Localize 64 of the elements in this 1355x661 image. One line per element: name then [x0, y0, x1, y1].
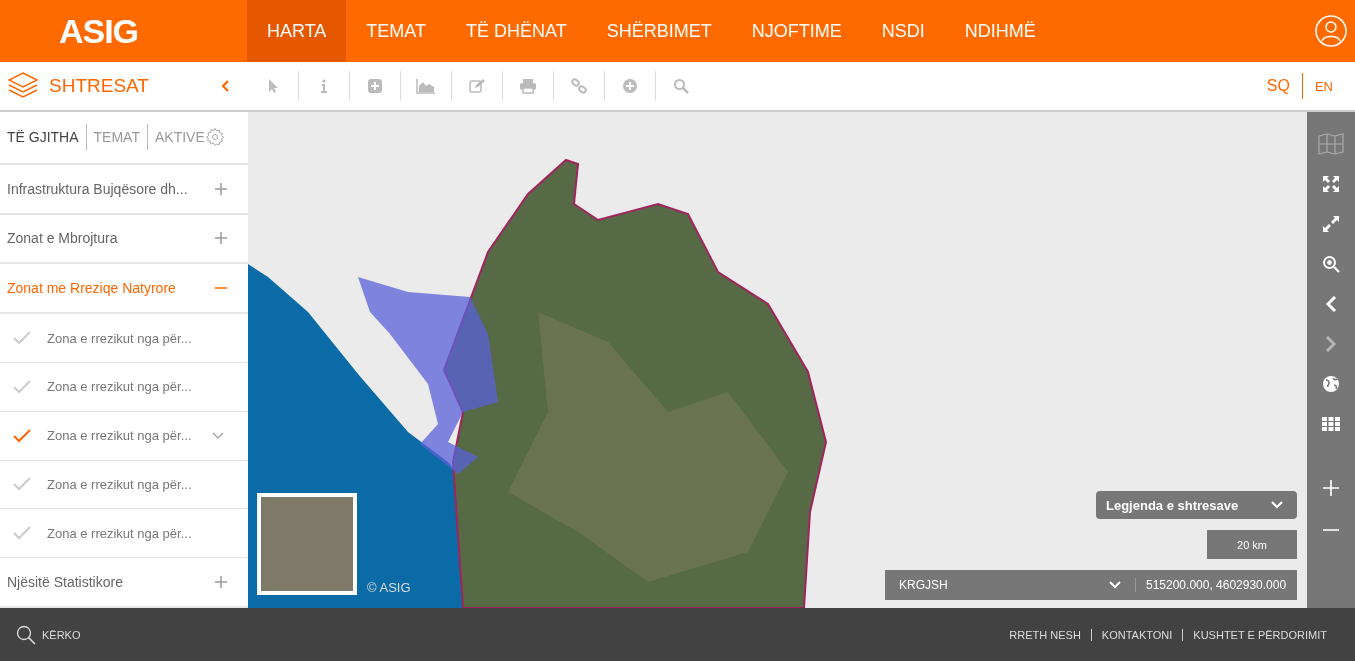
expand-icon[interactable] [214, 231, 228, 246]
collapse-icon[interactable] [220, 79, 230, 93]
expand-icon[interactable] [214, 575, 228, 590]
plus-circle-icon[interactable] [622, 78, 638, 94]
satellite-map-drawing[interactable] [248, 112, 1307, 608]
user-icon[interactable] [1315, 15, 1347, 47]
panel-title: SHTRESAT [49, 75, 150, 97]
add-icon[interactable] [367, 78, 383, 94]
nav-tab[interactable]: HARTA [247, 0, 347, 62]
layer-item[interactable]: Zona e rrezikut nga për... [47, 428, 192, 444]
check-icon[interactable] [13, 477, 31, 492]
expand-arrows-icon[interactable] [1322, 175, 1340, 193]
zoom-in-icon[interactable] [1322, 255, 1340, 273]
nav-tab[interactable]: TEMAT [346, 0, 446, 62]
layer-item[interactable]: Zona e rrezikut nga për... [47, 476, 192, 492]
print-icon[interactable] [519, 78, 537, 94]
chevron-down-icon [1109, 581, 1121, 589]
filter-tab[interactable]: TEMAT [86, 124, 148, 151]
coordinates: 515200.000, 4602930.000 [1145, 578, 1287, 592]
language-link[interactable]: SQ [1254, 73, 1303, 99]
link-icon[interactable] [571, 78, 587, 94]
nav-tab[interactable]: SHËRBIMET [586, 0, 732, 62]
language-link[interactable]: EN [1302, 74, 1345, 98]
check-icon[interactable] [13, 428, 31, 443]
diagonal-arrows-icon[interactable] [1322, 215, 1340, 233]
zoom-in-icon[interactable] [1323, 480, 1339, 496]
nav-tab[interactable]: NDIHMË [944, 0, 1056, 62]
footer-link[interactable]: KUSHTET E PËRDORIMIT [1182, 628, 1337, 641]
photo-placeholder[interactable] [257, 493, 357, 595]
layer-item[interactable]: Zona e rrezikut nga për... [47, 525, 192, 541]
attribution: © ASIG [367, 580, 411, 595]
scale-bar: 20 km [1207, 530, 1297, 559]
nav-tab[interactable]: NJOFTIME [731, 0, 862, 62]
chevron-down-icon[interactable] [211, 431, 224, 440]
filter-tab[interactable]: AKTIVE [147, 124, 205, 151]
folded-map-icon[interactable] [1318, 133, 1344, 155]
check-icon[interactable] [13, 379, 31, 394]
layer-item[interactable]: Zona e rrezikut nga për... [47, 379, 192, 395]
footer-link[interactable]: KONTAKTONI [1090, 628, 1183, 641]
check-icon[interactable] [13, 331, 31, 346]
layer-group[interactable]: Infrastruktura Bujqësore dh... [7, 180, 188, 197]
layer-group[interactable]: Zonat me Rreziqe Natyrore [7, 280, 176, 297]
projection-select[interactable]: KRGJSH [885, 578, 1136, 592]
zoom-out-icon[interactable] [1323, 528, 1339, 532]
logo[interactable]: ASIG [58, 11, 139, 51]
filter-tab[interactable]: TË GJITHA [0, 124, 87, 151]
settings-icon[interactable] [204, 127, 225, 148]
chevron-left-icon[interactable] [1325, 296, 1337, 312]
edit-icon[interactable] [469, 78, 485, 94]
check-icon[interactable] [13, 526, 31, 541]
area-chart-icon[interactable] [416, 78, 436, 94]
search-link[interactable]: KËRKO [42, 628, 81, 641]
footer-link[interactable]: RRETH NESH [999, 628, 1091, 641]
nav-tab[interactable]: TË DHËNAT [446, 0, 587, 62]
nav-tab[interactable]: NSDI [861, 0, 945, 62]
layer-item[interactable]: Zona e rrezikut nga për... [47, 330, 192, 346]
layer-group[interactable]: Njësitë Statistikore [7, 574, 123, 591]
search-icon[interactable] [16, 624, 36, 645]
grid-icon[interactable] [1322, 417, 1340, 431]
legend-dropdown[interactable]: Legjenda e shtresave [1096, 491, 1297, 519]
expand-icon[interactable] [214, 181, 228, 196]
globe-icon[interactable] [1322, 375, 1340, 393]
chevron-down-icon [1271, 501, 1283, 509]
layer-group[interactable]: Zonat e Mbrojtura [7, 230, 118, 247]
